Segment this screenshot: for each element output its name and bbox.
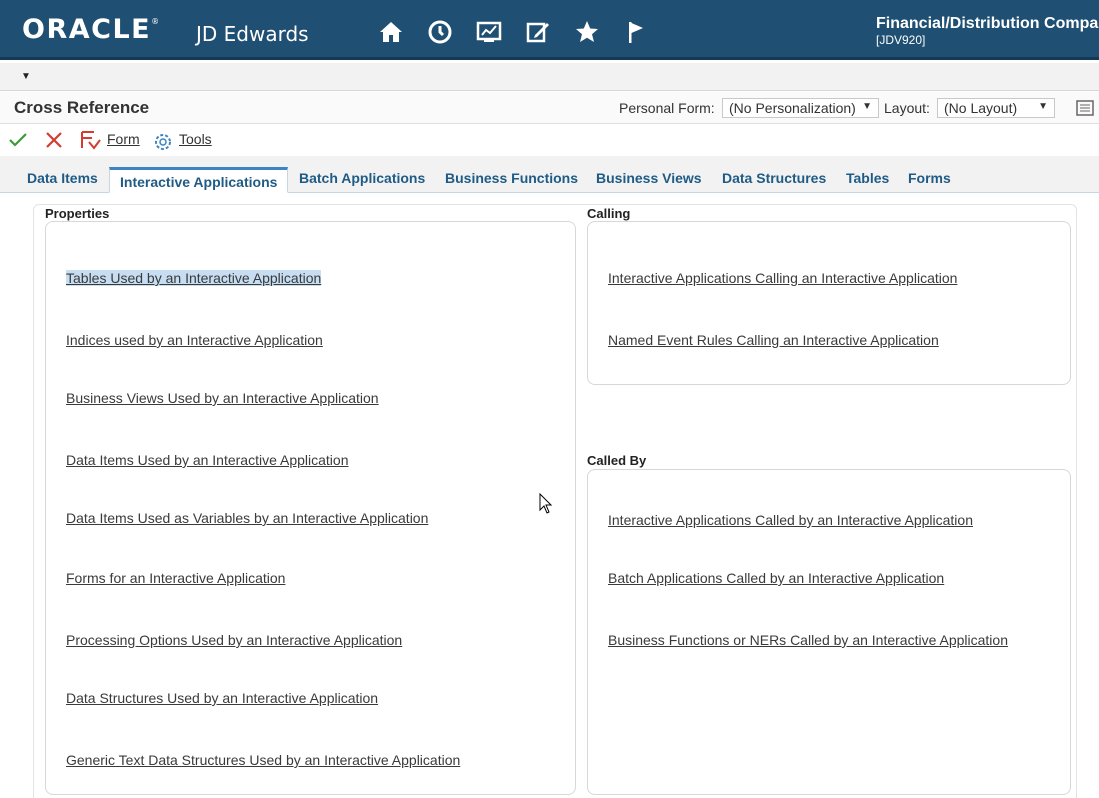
form-menu-button[interactable]: Form xyxy=(107,131,140,147)
link-forms[interactable]: Forms for an Interactive Application xyxy=(66,570,285,586)
toolbar: Form Tools xyxy=(0,125,1099,155)
layout-label: Layout: xyxy=(884,100,930,116)
properties-group xyxy=(45,221,576,795)
page-title: Cross Reference xyxy=(14,98,150,117)
link-batch-called-by-ia[interactable]: Batch Applications Called by an Interact… xyxy=(608,570,944,586)
tab-business-views[interactable]: Business Views xyxy=(596,170,702,186)
tab-data-items[interactable]: Data Items xyxy=(27,170,98,186)
favorites-star-icon[interactable] xyxy=(572,17,601,46)
ok-checkmark-icon[interactable] xyxy=(8,131,28,154)
link-data-items-used[interactable]: Data Items Used by an Interactive Applic… xyxy=(66,452,348,468)
tab-interactive-applications[interactable]: Interactive Applications xyxy=(109,167,289,193)
layout-select[interactable]: (No Layout) ▼ xyxy=(937,98,1055,118)
tab-business-functions[interactable]: Business Functions xyxy=(445,170,578,186)
link-bsfn-called-by-ia[interactable]: Business Functions or NERs Called by an … xyxy=(608,632,1008,648)
carousel-strip: ▼ xyxy=(0,63,1099,91)
link-generic-text-data-structures[interactable]: Generic Text Data Structures Used by an … xyxy=(66,752,460,768)
tab-data-structures[interactable]: Data Structures xyxy=(722,170,826,186)
oracle-logo: ORACLE® xyxy=(22,14,161,45)
called-by-title: Called By xyxy=(587,453,647,468)
form-menu-icon[interactable] xyxy=(80,130,104,157)
tools-gear-icon[interactable] xyxy=(152,131,174,158)
link-data-items-variables[interactable]: Data Items Used as Variables by an Inter… xyxy=(66,510,428,526)
link-indices-used[interactable]: Indices used by an Interactive Applicati… xyxy=(66,332,323,348)
expand-caret-icon[interactable]: ▼ xyxy=(21,71,31,82)
tools-menu-button[interactable]: Tools xyxy=(179,131,212,147)
recent-icon[interactable] xyxy=(425,17,454,46)
flag-icon[interactable] xyxy=(621,17,650,46)
form-header: Cross Reference Personal Form: (No Perso… xyxy=(0,92,1099,124)
tab-content: Properties Tables Used by an Interactive… xyxy=(14,193,1099,798)
dropdown-arrow-icon: ▼ xyxy=(1038,101,1048,112)
link-ia-calling-ia[interactable]: Interactive Applications Calling an Inte… xyxy=(608,270,957,286)
cancel-x-icon[interactable] xyxy=(44,130,64,155)
personal-form-select[interactable]: (No Personalization) ▼ xyxy=(722,98,879,118)
link-processing-options[interactable]: Processing Options Used by an Interactiv… xyxy=(66,632,402,648)
calling-title: Calling xyxy=(587,206,631,221)
mouse-pointer-icon xyxy=(539,492,553,520)
properties-title: Properties xyxy=(45,206,110,221)
dashboard-icon[interactable] xyxy=(474,17,503,46)
link-ner-calling-ia[interactable]: Named Event Rules Calling an Interactive… xyxy=(608,332,939,348)
tab-forms[interactable]: Forms xyxy=(908,170,951,186)
product-name: JD Edwards xyxy=(196,22,309,46)
environment-name: Financial/Distribution Compa xyxy=(876,15,1099,32)
calling-group xyxy=(587,221,1071,385)
top-banner: ORACLE® JD Edwards Financial/Distributio… xyxy=(0,0,1099,60)
list-view-icon[interactable] xyxy=(1076,99,1096,117)
dropdown-arrow-icon: ▼ xyxy=(862,101,872,112)
nav-icons xyxy=(376,17,650,46)
environment-code: [JDV920] xyxy=(876,33,926,47)
link-ia-called-by-ia[interactable]: Interactive Applications Called by an In… xyxy=(608,512,973,528)
tab-bar: Data Items Interactive Applications Batc… xyxy=(0,156,1099,193)
tab-tables[interactable]: Tables xyxy=(846,170,889,186)
personal-form-label: Personal Form: xyxy=(619,100,715,116)
link-business-views-used[interactable]: Business Views Used by an Interactive Ap… xyxy=(66,390,379,406)
link-tables-used[interactable]: Tables Used by an Interactive Applicatio… xyxy=(66,270,322,286)
environment-info[interactable]: Financial/Distribution Compa [JDV920] xyxy=(876,15,1098,47)
edit-icon[interactable] xyxy=(523,17,552,46)
personal-form-value: (No Personalization) xyxy=(729,100,856,116)
link-data-structures[interactable]: Data Structures Used by an Interactive A… xyxy=(66,690,378,706)
layout-value: (No Layout) xyxy=(944,100,1018,116)
tab-batch-applications[interactable]: Batch Applications xyxy=(299,170,425,186)
home-icon[interactable] xyxy=(376,17,405,46)
